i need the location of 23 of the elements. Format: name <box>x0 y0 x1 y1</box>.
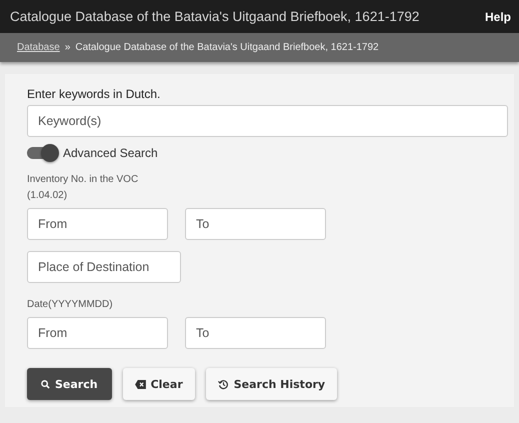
inventory-label: Inventory No. in the VOC <box>27 173 140 187</box>
clear-button[interactable]: Clear <box>122 368 195 400</box>
breadcrumb-link[interactable]: Database <box>17 42 60 53</box>
to-field[interactable]: To <box>185 317 326 349</box>
history-button[interactable]: Search History <box>206 368 338 400</box>
advanced-search-label: Advanced Search <box>63 146 158 160</box>
site-title: Catalogue Database of the Batavia's Uitgaand Briefboek, 1621-1792 <box>10 9 420 24</box>
advanced-search-toggle[interactable] <box>27 147 57 159</box>
keyword-field[interactable]: Keyword(s) <box>27 105 508 137</box>
keyword-label: Enter keywords in Dutch. <box>27 87 162 101</box>
search-icon <box>41 380 50 388</box>
date-label: Date(YYYYMMDD) <box>27 298 114 312</box>
from-field[interactable]: From <box>27 208 168 240</box>
breadcrumb-current: Catalogue Database of the Batavia's Uitgaand Briefboek, 1621-1792 <box>75 42 379 53</box>
breadcrumb-separator: » <box>64 42 70 53</box>
destination-field[interactable]: Place of Destination <box>27 251 181 283</box>
search-button[interactable]: Search <box>27 368 112 400</box>
help-link[interactable]: Help <box>484 10 511 24</box>
backspace-icon <box>134 380 146 388</box>
history-icon <box>218 378 229 390</box>
to-field[interactable]: To <box>185 208 326 240</box>
inventory-label: (1.04.02) <box>27 189 68 203</box>
from-field[interactable]: From <box>27 317 168 349</box>
